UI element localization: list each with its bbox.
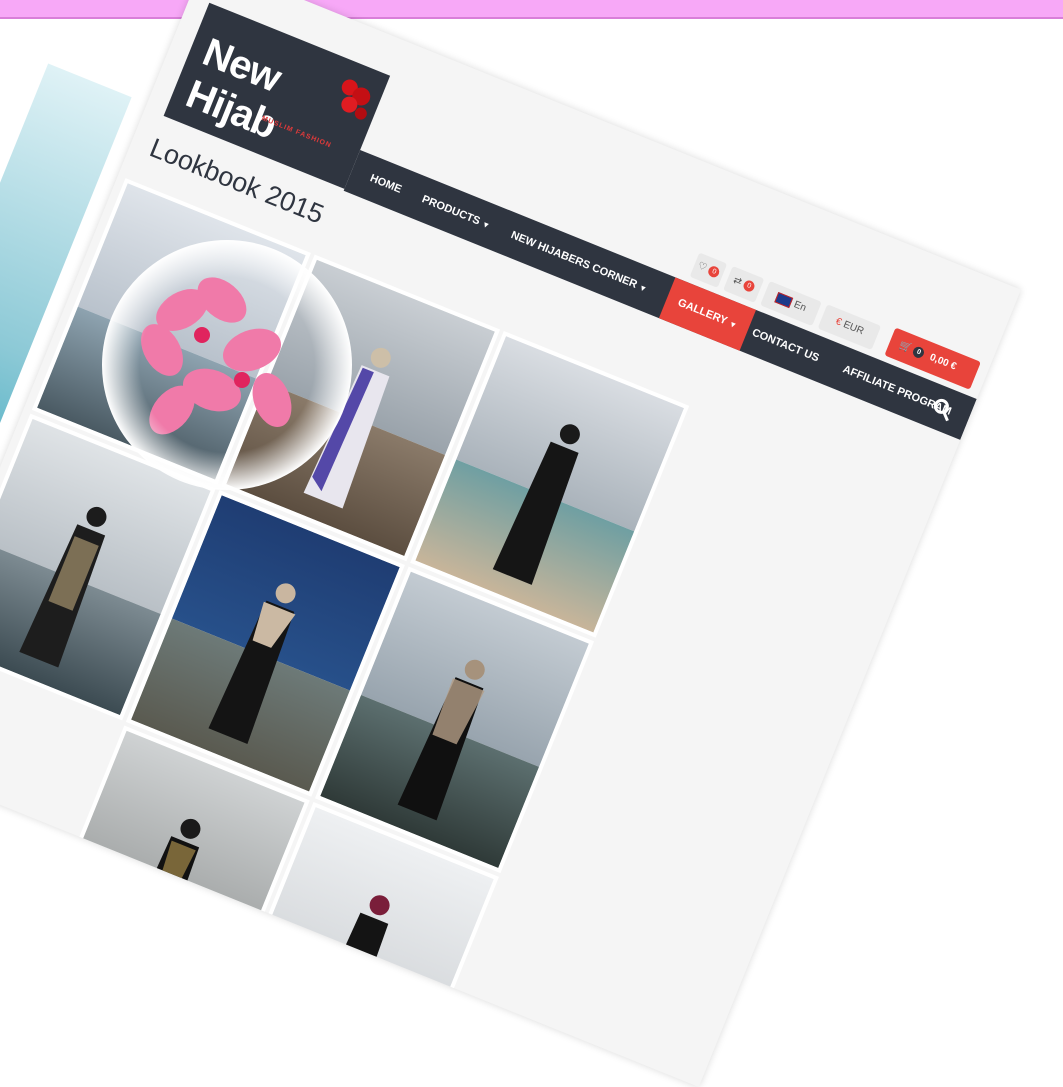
cart-count: 0: [911, 345, 926, 360]
wishlist-count: 0: [706, 264, 722, 279]
nav-contact-us[interactable]: CONTACT US: [744, 312, 827, 380]
chevron-down-icon: ▼: [727, 319, 739, 331]
nav-corner-label: NEW HIJABERS CORNER: [509, 229, 639, 291]
chevron-down-icon: ▼: [637, 282, 649, 295]
heart-icon: ♡: [696, 260, 709, 274]
nav-home[interactable]: HOME: [362, 157, 409, 210]
chevron-down-icon: ▼: [480, 219, 492, 231]
uk-flag-icon: [774, 292, 794, 309]
website-screenshot: New Hijab MUSLIM FASHION ♡ 0 ⇄ 0 En € EU…: [0, 0, 1021, 1087]
nav-products[interactable]: PRODUCTS▼: [414, 178, 498, 246]
nav-products-label: PRODUCTS: [420, 193, 482, 228]
compare-button[interactable]: ⇄ 0: [723, 266, 765, 303]
cart-icon: 🛒: [897, 339, 914, 355]
currency-label: EUR: [841, 319, 866, 338]
top-color-bar: [0, 0, 1063, 19]
compare-icon: ⇄: [731, 274, 744, 289]
flower-decoration: [102, 240, 352, 490]
wishlist-button[interactable]: ♡ 0: [689, 252, 728, 288]
nav-new-hijabers-corner[interactable]: NEW HIJABERS CORNER▼: [503, 214, 655, 309]
compare-count: 0: [741, 278, 757, 294]
language-label: En: [792, 299, 808, 314]
nav-gallery-label: GALLERY: [676, 296, 729, 328]
nav-home-label: HOME: [368, 172, 404, 196]
cart-total: 0,00 €: [928, 351, 958, 373]
nav-contact-label: CONTACT US: [750, 326, 821, 365]
